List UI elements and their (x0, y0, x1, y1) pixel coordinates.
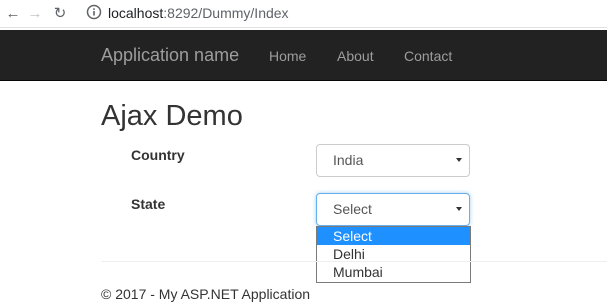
navbar: Application name Home About Contact (0, 30, 607, 81)
page-title: Ajax Demo (101, 100, 243, 132)
url-host: localhost (108, 5, 164, 21)
country-select-value: India (333, 152, 364, 168)
dropdown-arrow-icon (456, 207, 462, 211)
url-path: :8292/Dummy/Index (163, 5, 289, 21)
state-options-list: Select Delhi Mumbai (316, 226, 471, 283)
state-select[interactable]: Select (316, 193, 470, 226)
reload-icon[interactable]: ↻ (51, 4, 69, 22)
nav-link-about[interactable]: About (337, 48, 374, 64)
state-option-mumbai[interactable]: Mumbai (317, 263, 470, 281)
state-option-select[interactable]: Select (317, 227, 470, 245)
state-label: State (131, 196, 166, 212)
info-icon[interactable] (86, 4, 102, 20)
nav-link-contact[interactable]: Contact (404, 48, 452, 64)
footer-divider (101, 261, 607, 262)
footer-text: © 2017 - My ASP.NET Application (101, 286, 311, 302)
forward-arrow-icon[interactable]: → (26, 4, 44, 22)
state-select-value: Select (333, 201, 372, 217)
brand-link[interactable]: Application name (101, 45, 239, 66)
nav-link-home[interactable]: Home (269, 48, 306, 64)
back-arrow-icon[interactable]: ← (4, 4, 22, 22)
dropdown-arrow-icon (456, 158, 462, 162)
country-label: Country (131, 147, 185, 163)
address-bar[interactable]: localhost:8292/Dummy/Index (108, 5, 289, 21)
browser-toolbar: ← → ↻ localhost:8292/Dummy/Index (0, 0, 607, 28)
country-select[interactable]: India (316, 144, 470, 177)
